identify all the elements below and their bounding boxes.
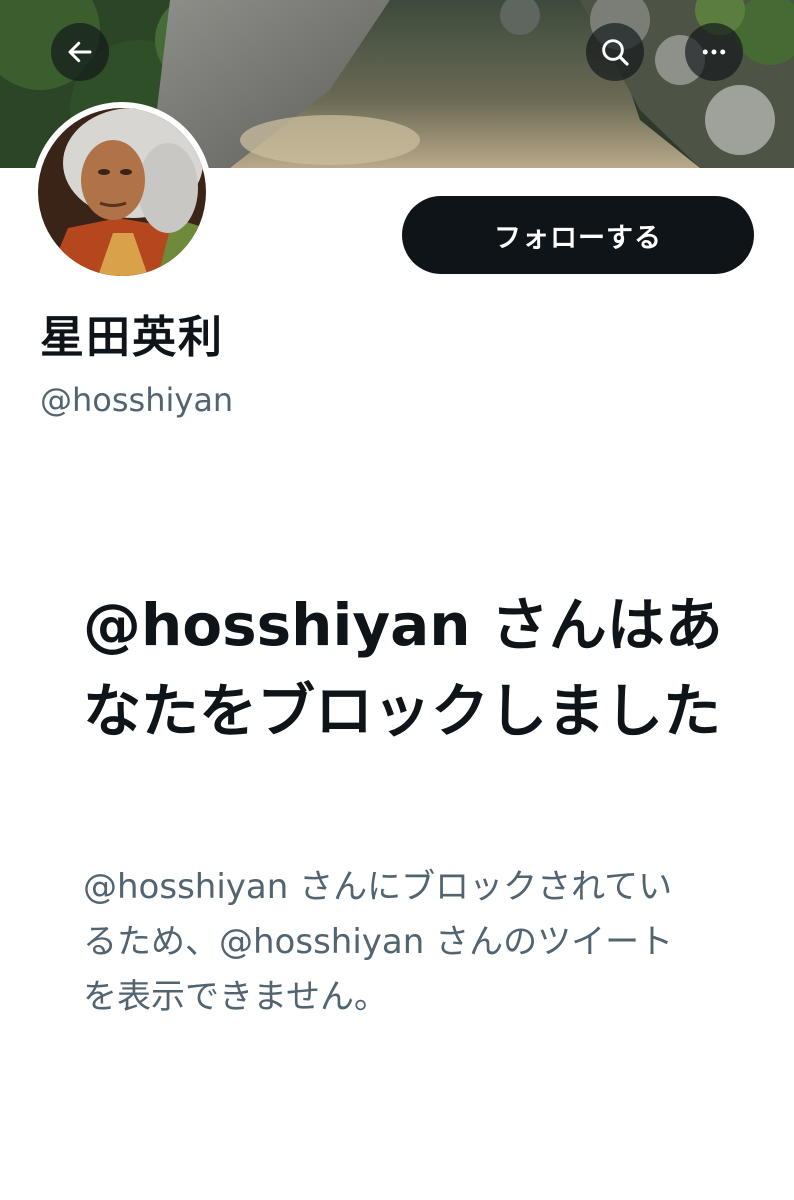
follow-button[interactable]: フォローする — [402, 196, 754, 274]
user-handle: @hosshiyan — [40, 381, 234, 419]
arrow-left-icon — [68, 41, 92, 63]
more-horizontal-icon — [702, 49, 726, 55]
avatar-image — [38, 108, 206, 276]
profile-avatar[interactable] — [32, 102, 212, 282]
back-button[interactable] — [51, 23, 109, 81]
blocked-description: @hosshiyan さんにブロックされているため、@hosshiyan さんの… — [83, 867, 674, 1017]
more-button[interactable] — [685, 23, 743, 81]
search-icon — [602, 39, 629, 66]
search-button[interactable] — [586, 23, 644, 81]
display-name: 星田英利 — [40, 312, 224, 363]
blocked-title: @hosshiyan さんはあなたをブロックしました — [83, 591, 723, 745]
